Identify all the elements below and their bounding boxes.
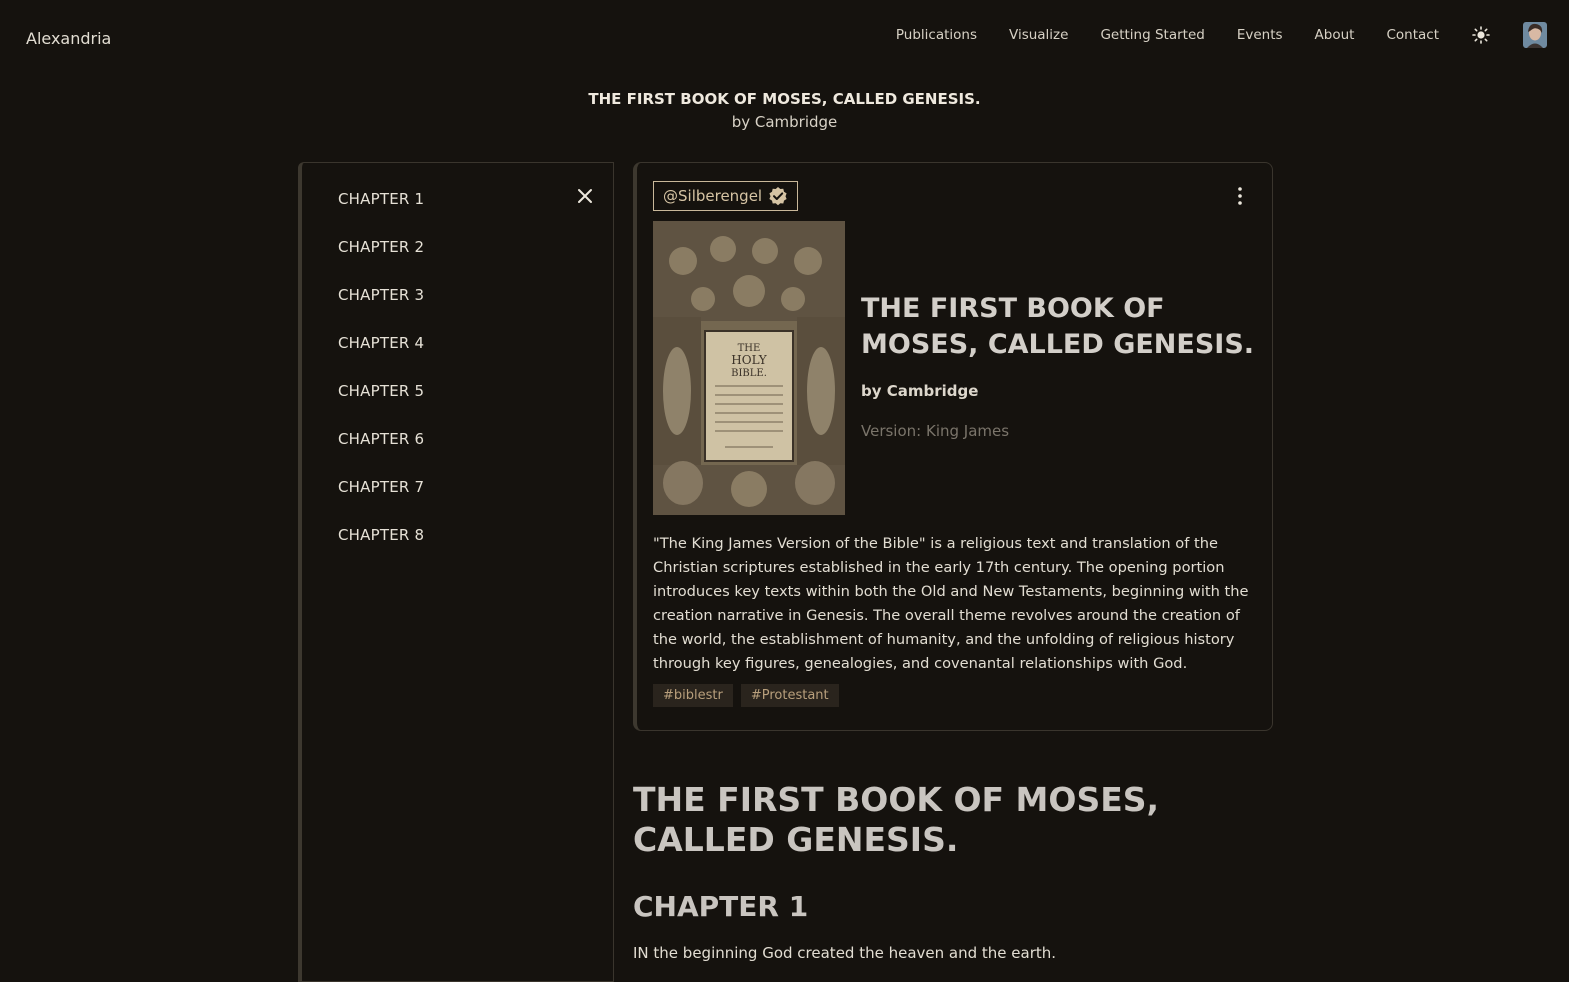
nav-getting-started[interactable]: Getting Started xyxy=(1100,27,1204,43)
sun-icon[interactable] xyxy=(1471,25,1491,45)
nav-contact[interactable]: Contact xyxy=(1386,27,1439,43)
card-version: Version: King James xyxy=(861,422,1010,440)
card-author: by Cambridge xyxy=(861,382,979,400)
author-handle: @Silberengel xyxy=(663,187,763,205)
nav-events[interactable]: Events xyxy=(1237,27,1283,43)
cover-title-line-2: HOLY xyxy=(731,353,768,367)
nav-about[interactable]: About xyxy=(1315,27,1355,43)
publication-card: @Silberengel THE HOLY BIBLE. THE FIRST B… xyxy=(633,162,1273,731)
toc-item-chapter-1[interactable]: CHAPTER 1 xyxy=(338,189,424,237)
chapter-heading: CHAPTER 1 xyxy=(633,890,809,923)
brand-logo-text[interactable]: Alexandria xyxy=(26,29,111,48)
tag-list: #biblestr #Protestant xyxy=(653,684,847,707)
tag-biblestr[interactable]: #biblestr xyxy=(653,684,733,707)
toc-item-chapter-6[interactable]: CHAPTER 6 xyxy=(338,429,424,477)
publication-title: THE FIRST BOOK OF MOSES, CALLED GENESIS. xyxy=(588,90,981,108)
verified-check-icon xyxy=(768,186,788,206)
close-icon[interactable] xyxy=(576,187,594,205)
content-title: THE FIRST BOOK OF MOSES, CALLED GENESIS. xyxy=(633,780,1160,859)
chapter-list: CHAPTER 1 CHAPTER 2 CHAPTER 3 CHAPTER 4 … xyxy=(338,189,424,573)
table-of-contents-sidebar: CHAPTER 1 CHAPTER 2 CHAPTER 3 CHAPTER 4 … xyxy=(298,162,614,982)
toc-item-chapter-2[interactable]: CHAPTER 2 xyxy=(338,237,424,285)
toc-item-chapter-8[interactable]: CHAPTER 8 xyxy=(338,525,424,573)
card-description: "The King James Version of the Bible" is… xyxy=(653,535,1249,672)
user-avatar[interactable] xyxy=(1523,22,1547,48)
more-vertical-icon[interactable] xyxy=(1234,185,1246,207)
verse-text: IN the beginning God created the heaven … xyxy=(633,944,1057,962)
cover-image: THE HOLY BIBLE. xyxy=(653,221,845,515)
publication-header: THE FIRST BOOK OF MOSES, CALLED GENESIS.… xyxy=(0,88,1569,134)
toc-item-chapter-5[interactable]: CHAPTER 5 xyxy=(338,381,424,429)
main-nav: Publications Visualize Getting Started E… xyxy=(864,22,1547,48)
top-navbar: Alexandria Publications Visualize Gettin… xyxy=(0,0,1569,76)
publication-author: by Cambridge xyxy=(731,113,838,131)
nav-publications[interactable]: Publications xyxy=(896,27,977,43)
toc-item-chapter-3[interactable]: CHAPTER 3 xyxy=(338,285,424,333)
toc-item-chapter-4[interactable]: CHAPTER 4 xyxy=(338,333,424,381)
cover-title-line-3: BIBLE. xyxy=(731,368,767,379)
nav-visualize[interactable]: Visualize xyxy=(1009,27,1068,43)
toc-item-chapter-7[interactable]: CHAPTER 7 xyxy=(338,477,424,525)
card-title: THE FIRST BOOK OF MOSES, CALLED GENESIS. xyxy=(861,293,1255,360)
author-badge[interactable]: @Silberengel xyxy=(653,181,799,211)
tag-protestant[interactable]: #Protestant xyxy=(740,684,839,707)
